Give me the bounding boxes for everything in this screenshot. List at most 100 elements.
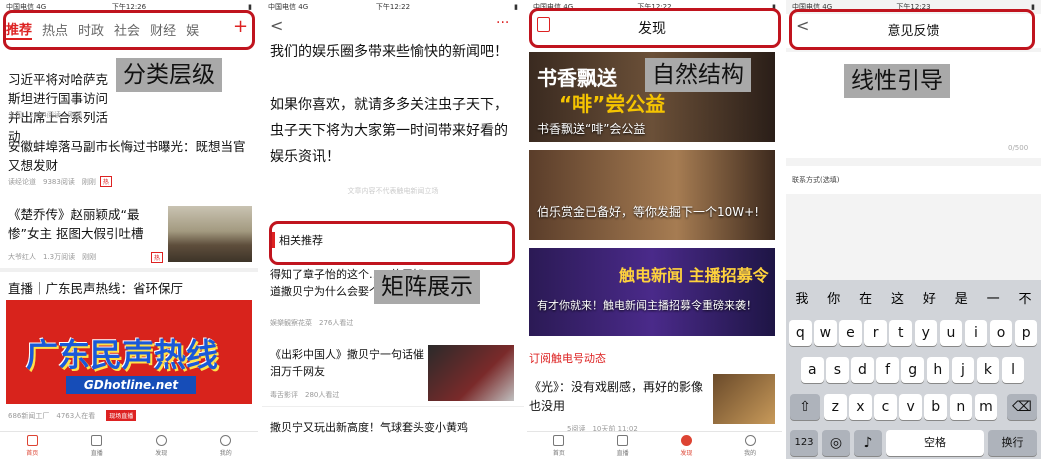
banner-text: 广东民声热线 [26,336,219,374]
key-h[interactable]: h [926,357,950,383]
nav-discover[interactable]: 发现 [655,432,719,459]
tv-icon [617,434,629,446]
nav-live[interactable]: 直播 [65,432,130,459]
banner-url: GDhotline.net [66,376,196,394]
annotation-label: 线性引导 [844,64,950,98]
key-l[interactable]: l [1001,357,1025,383]
globe-icon[interactable]: ◎ [822,430,850,456]
candidate[interactable]: 是 [955,288,968,307]
hot-badge: 热 [150,252,163,263]
topic-card[interactable]: 触电新闻 主播招募令 有才你就来！触电新闻主播招募令重磅来袭！ [529,248,775,336]
space-key[interactable]: 空格 [886,430,984,456]
news-title[interactable]: 习近平将对哈萨克斯坦进行国事访问并出席上合系列活动 [8,70,108,146]
key-v[interactable]: v [899,394,922,420]
news-title[interactable]: 《楚乔传》赵丽颖成“最惨”女主 抠图大假引吐槽 [8,205,160,243]
key-s[interactable]: s [826,357,849,383]
compass-icon [680,434,692,446]
section-title: 订阅触电号动态 [529,352,606,365]
home-icon [26,434,38,446]
nav-discover[interactable]: 发现 [129,432,194,459]
card-caption: 书香飘送“啡”会公益 [537,122,646,136]
disclaimer: 文章内容不代表触电新闻立场 [347,187,439,195]
highlight-box [789,9,1035,50]
keyboard: 我 你 在 这 好 是 一 不 qwertyuiop asdfghjkl zxcvb… [786,280,1041,459]
candidate[interactable]: 好 [923,288,936,307]
candidate[interactable]: 不 [1019,288,1032,307]
key-o[interactable]: o [989,320,1013,346]
annotation-label: 矩阵展示 [374,270,480,304]
key-k[interactable]: k [976,357,1000,383]
candidate-bar: 我 你 在 这 好 是 一 不 [786,280,1041,314]
key-w[interactable]: w [814,320,837,346]
candidate[interactable]: 这 [891,288,904,307]
user-icon [220,434,232,446]
news-title[interactable]: 撒贝宁又玩出新高度！气球套头变小黄鸡 [270,418,520,437]
key-d[interactable]: d [851,357,874,383]
back-button[interactable]: < [270,16,283,35]
card-caption: 有才你就来！触电新闻主播招募令重磅来袭！ [537,299,757,312]
key-y[interactable]: y [914,320,938,346]
card-subheading: “啡”尝公益 [559,92,666,116]
news-thumbnail[interactable] [168,206,252,262]
numbers-key[interactable]: 123 [790,430,818,456]
nav-me[interactable]: 我的 [194,432,259,459]
card-heading: 触电新闻 主播招募令 [619,266,769,285]
compass-icon [155,434,167,446]
more-icon[interactable]: ··· [496,15,509,31]
key-z[interactable]: z [824,394,847,420]
live-title[interactable]: 直播｜广东民声热线：省环保厅 [8,279,254,298]
annotation-label: 分类层级 [116,58,222,92]
key-x[interactable]: x [849,394,872,420]
key-r[interactable]: r [864,320,887,346]
live-banner[interactable]: 广东民声热线 GDhotline.net [6,300,252,404]
home-icon [553,434,565,446]
key-t[interactable]: t [889,320,912,346]
key-m[interactable]: m [974,394,998,420]
tv-icon [91,434,103,446]
return-key[interactable]: 换行 [988,430,1037,456]
key-u[interactable]: u [939,320,963,346]
nav-home[interactable]: 首页 [0,432,65,459]
key-g[interactable]: g [901,357,924,383]
news-meta: 读经论道 9383阅读 刚刚热 [8,176,112,187]
news-title[interactable]: 《光》：没有戏剧感，再好的影像也没用 [529,378,705,416]
key-e[interactable]: e [839,320,862,346]
contact-field[interactable]: 联系方式(选填) [786,166,1041,194]
phone-discover: 中国电信 4G 下午12:22 ▮ 发现 书香飘送 “啡”尝公益 书香飘送“啡”… [527,0,782,459]
bottom-nav: 首页 直播 发现 我的 [0,431,258,459]
key-a[interactable]: a [801,357,824,383]
news-title[interactable]: 《出彩中国人》撒贝宁一句话催泪万千网友 [270,346,430,380]
key-q[interactable]: q [789,320,812,346]
article-text: 我们的娱乐圈多带来些愉快的新闻吧！ [270,44,508,60]
candidate[interactable]: 在 [859,288,872,307]
key-f[interactable]: f [876,357,899,383]
key-j[interactable]: j [951,357,975,383]
candidate[interactable]: 你 [827,288,840,307]
news-meta: 毒舌影评 280人看过 [270,391,340,399]
bottom-nav: 首页 直播 发现 我的 [527,431,782,459]
key-i[interactable]: i [964,320,988,346]
live-meta: 686新闻工厂 4763人在看 现场直播 [8,410,137,421]
key-c[interactable]: c [874,394,897,420]
backspace-icon[interactable]: ⌫ [1007,394,1037,420]
nav-home[interactable]: 首页 [527,432,591,459]
news-meta: 大爷红人 1.3万阅读 刚刚热 [8,252,163,263]
battery-icon: ▮ [514,3,518,11]
shift-icon[interactable]: ⇧ [790,394,820,420]
nav-me[interactable]: 我的 [718,432,782,459]
news-thumbnail[interactable] [713,374,775,424]
news-meta: 央视 2964阅读 刚刚 [8,111,82,119]
divider [0,268,258,272]
topic-card[interactable]: 伯乐赏金已备好，等你发掘下一个10W+! [529,150,775,240]
annotation-label: 自然结构 [645,58,751,92]
status-bar: 中国电信 4G 下午12:22 ▮ [268,3,518,11]
candidate[interactable]: 一 [987,288,1000,307]
key-b[interactable]: b [924,394,947,420]
mic-icon[interactable]: ♪ [854,430,882,456]
key-p[interactable]: p [1014,320,1038,346]
key-n[interactable]: n [949,394,973,420]
news-title[interactable]: 安徽蚌埠落马副市长悔过书曝光：既想当官又想发财 [8,137,252,175]
candidate[interactable]: 我 [795,288,808,307]
news-thumbnail[interactable] [428,345,514,401]
nav-live[interactable]: 直播 [591,432,655,459]
